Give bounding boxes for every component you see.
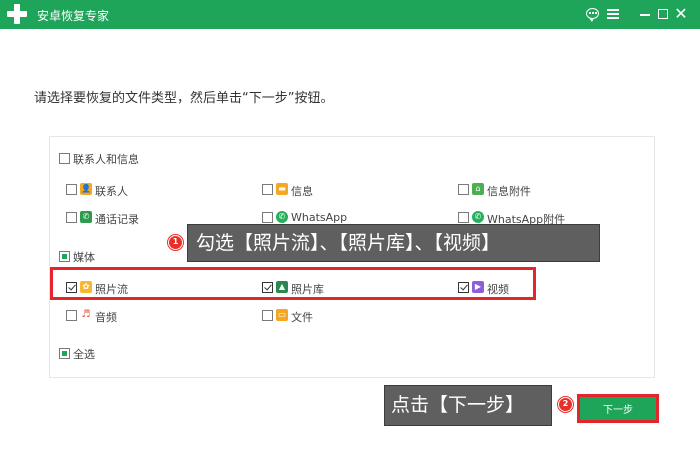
video-icon: ▶ xyxy=(472,281,484,293)
contact-icon: 👤 xyxy=(80,183,92,195)
window-title: 安卓恢复专家 xyxy=(37,9,110,23)
whatsapp-attachment-icon: ✆ xyxy=(472,211,484,223)
next-button[interactable]: 下一步 xyxy=(577,394,659,423)
contacts-group-checkbox[interactable] xyxy=(59,153,70,164)
audio-icon: ♬ xyxy=(80,309,92,321)
photo-stream-icon: ✿ xyxy=(80,281,92,293)
checkbox-video[interactable] xyxy=(458,282,469,293)
checkbox-audio[interactable] xyxy=(66,310,77,321)
maximize-button[interactable] xyxy=(654,4,672,24)
feedback-icon[interactable] xyxy=(584,4,602,24)
checkbox-whatsapp[interactable] xyxy=(262,212,273,223)
label-messages: 信息 xyxy=(291,185,313,198)
close-button[interactable]: ✕ xyxy=(672,4,690,24)
contacts-group-label: 联系人和信息 xyxy=(73,153,139,166)
step-badge-1: 1 xyxy=(168,235,183,250)
label-audio: 音频 xyxy=(95,311,117,324)
label-whatsapp: WhatsApp xyxy=(291,211,348,224)
label-photo-stream: 照片流 xyxy=(95,283,128,296)
folder-icon: ▭ xyxy=(276,309,288,321)
media-group-label: 媒体 xyxy=(73,251,95,264)
checkbox-photo-stream[interactable] xyxy=(66,282,77,293)
checkbox-call-log[interactable] xyxy=(66,212,77,223)
checkbox-messages[interactable] xyxy=(262,184,273,195)
label-message-attachments: 信息附件 xyxy=(487,185,531,198)
checkbox-files[interactable] xyxy=(262,310,273,321)
app-logo-icon xyxy=(6,3,28,25)
label-call-log: 通话记录 xyxy=(95,213,139,226)
select-all-label: 全选 xyxy=(73,348,95,361)
callout-step-2: 点击【下一步】 xyxy=(384,385,552,426)
label-files: 文件 xyxy=(291,311,313,324)
message-icon: ▬ xyxy=(276,183,288,195)
label-photo-library: 照片库 xyxy=(291,283,324,296)
minimize-button[interactable] xyxy=(636,4,654,24)
title-bar: 安卓恢复专家 ✕ xyxy=(0,0,700,29)
select-all-checkbox[interactable] xyxy=(59,348,70,359)
checkbox-contacts[interactable] xyxy=(66,184,77,195)
checkbox-message-attachments[interactable] xyxy=(458,184,469,195)
whatsapp-icon: ✆ xyxy=(276,211,288,223)
call-log-icon: ✆ xyxy=(80,211,92,223)
menu-icon[interactable] xyxy=(604,4,622,24)
photo-library-icon: ▲ xyxy=(276,281,288,293)
label-video: 视频 xyxy=(487,283,509,296)
callout-step-1: 勾选【照片流】、【照片库】、【视频】 xyxy=(187,224,600,262)
instruction-text: 请选择要恢复的文件类型，然后单击“下一步”按钮。 xyxy=(34,91,334,106)
checkbox-photo-library[interactable] xyxy=(262,282,273,293)
attachment-icon: ⌂ xyxy=(472,183,484,195)
step-badge-2: 2 xyxy=(558,397,573,412)
checkbox-whatsapp-attachments[interactable] xyxy=(458,212,469,223)
media-group-checkbox[interactable] xyxy=(59,251,70,262)
label-contacts: 联系人 xyxy=(95,185,128,198)
